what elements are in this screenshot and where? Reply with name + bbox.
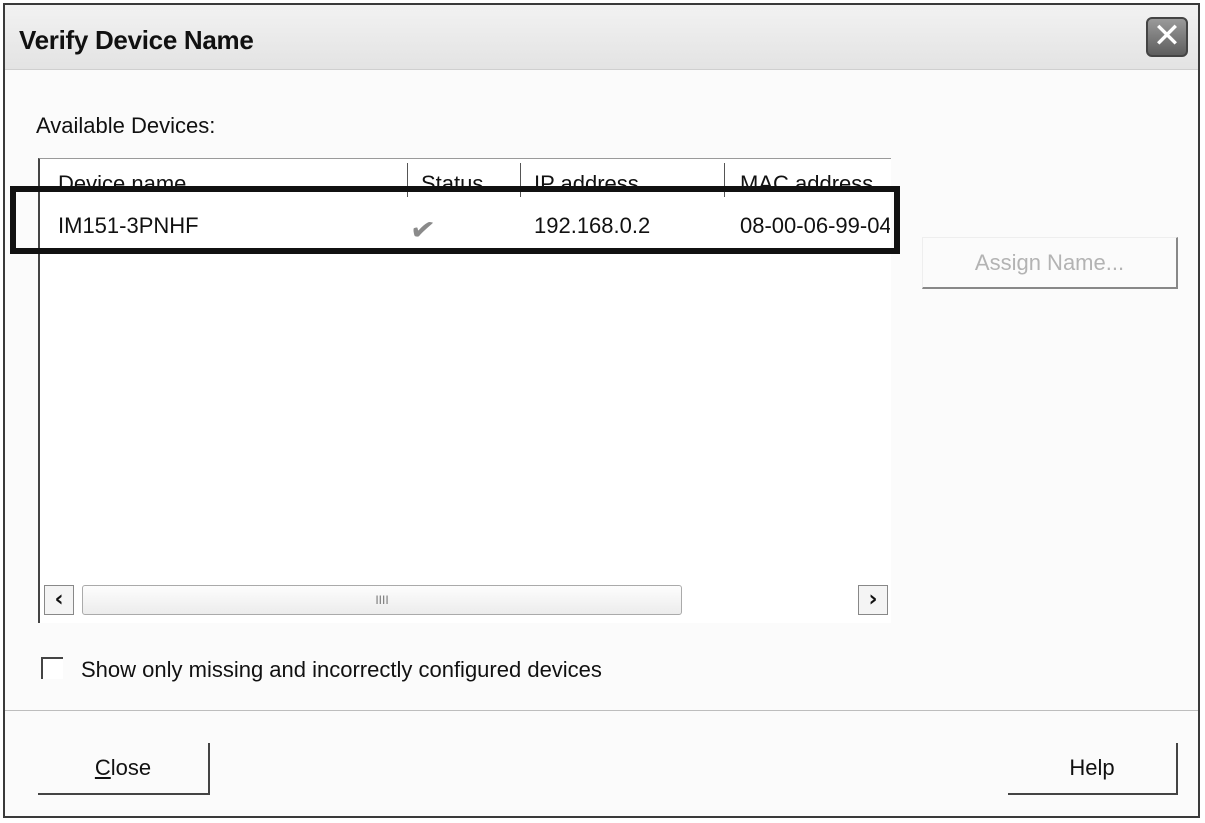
scroll-left-icon[interactable]: ‹ [44, 585, 74, 615]
footer-divider [5, 710, 1198, 711]
grip-icon: IIII [375, 593, 389, 607]
horizontal-scrollbar[interactable]: ‹ IIII › [44, 585, 890, 619]
verify-device-name-dialog: Verify Device Name ✕ Available Devices: … [3, 3, 1200, 818]
available-devices-label: Available Devices: [36, 113, 216, 138]
scroll-thumb[interactable]: IIII [82, 585, 682, 615]
help-button[interactable]: Help [1008, 743, 1178, 795]
filter-checkbox-label[interactable]: Show only missing and incorrectly config… [81, 657, 602, 683]
highlight-annotation [10, 186, 900, 254]
assign-name-button[interactable]: Assign Name... [922, 237, 1178, 289]
filter-checkbox[interactable] [41, 657, 63, 679]
dialog-title: Verify Device Name [19, 25, 254, 55]
scroll-right-icon[interactable]: › [858, 585, 888, 615]
title-bar: Verify Device Name ✕ [5, 5, 1198, 70]
close-icon[interactable]: ✕ [1146, 17, 1188, 57]
close-button[interactable]: Close [38, 743, 210, 795]
